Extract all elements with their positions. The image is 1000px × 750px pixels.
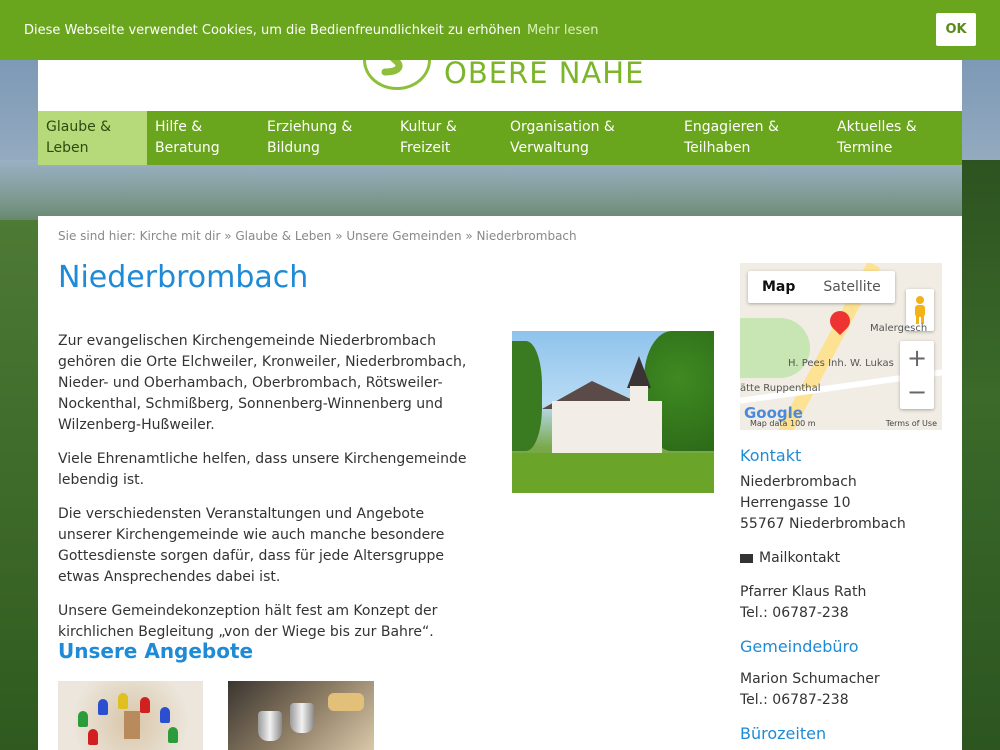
google-map[interactable]: Map Satellite Malergesch H. Pees Inh. W.… [740,263,942,430]
nav-item-kultur-freizeit[interactable]: Kultur & Freizeit [392,111,502,165]
address-line: Herrengasse 10 [740,495,851,511]
map-label: ätte Ruppenthal [740,383,821,394]
background-ridge [0,160,1000,220]
main-content: Sie sind hier: Kirche mit dir » Glaube &… [38,216,962,750]
nav-label-line2: Termine [837,140,893,156]
map-type-tabs: Map Satellite [748,271,895,303]
nav-label-line1: Organisation & [510,119,615,135]
page-title: Niederbrombach [58,260,309,295]
nav-label-line2: Freizeit [400,140,451,156]
street-view-icon [915,296,925,324]
intro-text: Zur evangelischen Kirchengemeinde Nieder… [58,331,478,656]
nav-item-hilfe-beratung[interactable]: Hilfe & Beratung [147,111,259,165]
main-navigation: Glaube & Leben Hilfe & Beratung Erziehun… [38,111,962,165]
kontakt-address: Niederbrombach Herrengasse 10 55767 Nied… [740,472,940,535]
map-label: H. Pees Inh. W. Lukas [788,358,894,369]
map-tab-map[interactable]: Map [748,271,809,303]
section-title-angebote: Unsere Angebote [58,639,254,663]
paragraph: Unsere Gemeindekonzeption hält fest am K… [58,603,438,640]
nav-label-line1: Kultur & [400,119,457,135]
zoom-out-button[interactable]: − [900,375,934,409]
address-line: Niederbrombach [740,474,857,490]
nav-label-line1: Engagieren & [684,119,779,135]
nav-item-glaube-leben[interactable]: Glaube & Leben [38,111,147,165]
map-data-label: Map data 100 m [750,419,816,428]
paragraph: Viele Ehrenamtliche helfen, dass unsere … [58,451,467,488]
nav-label-line2: Leben [46,140,89,156]
zoom-in-button[interactable]: + [900,341,934,375]
cookie-message: Diese Webseite verwendet Cookies, um die… [24,22,521,38]
mail-label[interactable]: Mailkontakt [759,550,840,566]
address-line: 55767 Niederbrombach [740,516,906,532]
nav-label-line2: Teilhaben [684,140,751,156]
map-label: Malergesch [870,323,928,334]
nav-item-aktuelles-termine[interactable]: Aktuelles & Termine [829,111,962,165]
nav-item-engagieren-teilhaben[interactable]: Engagieren & Teilhaben [676,111,829,165]
background-forest-right [962,160,1000,750]
cookie-more-link[interactable]: Mehr lesen [527,23,599,38]
pfarrer-phone: Tel.: 06787-238 [740,605,849,621]
logo-text[interactable]: OBERE NAHE [444,56,644,90]
nav-label-line2: Beratung [155,140,220,156]
nav-label-line2: Bildung [267,140,320,156]
mail-link[interactable]: Mailkontakt [740,548,940,569]
cookie-ok-button[interactable]: OK [936,13,976,46]
nav-item-erziehung-bildung[interactable]: Erziehung & Bildung [259,111,392,165]
gemeindebuero-heading: Gemeindebüro [740,637,859,656]
buero-name: Marion Schumacher [740,671,880,687]
map-tab-satellite[interactable]: Satellite [809,271,894,303]
angebot-image-communion[interactable] [228,681,374,750]
envelope-icon [740,553,753,563]
paragraph: Die verschiedensten Veranstaltungen und … [58,506,445,585]
nav-label-line2: Verwaltung [510,140,589,156]
map-zoom-control: + − [900,341,934,409]
pfarrer-info: Pfarrer Klaus Rath Tel.: 06787-238 [740,582,940,624]
nav-label-line1: Aktuelles & [837,119,917,135]
nav-item-organisation-verwaltung[interactable]: Organisation & Verwaltung [502,111,676,165]
church-photo [512,331,714,493]
buero-info: Marion Schumacher Tel.: 06787-238 [740,669,940,711]
map-terms-link[interactable]: Terms of Use [886,419,937,428]
paragraph: Zur evangelischen Kirchengemeinde Nieder… [58,333,467,433]
pfarrer-name: Pfarrer Klaus Rath [740,584,867,600]
buero-phone: Tel.: 06787-238 [740,692,849,708]
nav-label-line1: Glaube & [46,119,112,135]
breadcrumb[interactable]: Sie sind hier: Kirche mit dir » Glaube &… [58,229,577,243]
nav-label-line1: Erziehung & [267,119,353,135]
angebot-image-figures[interactable] [58,681,203,750]
buerozeiten-heading: Bürozeiten [740,724,827,743]
kontakt-heading: Kontakt [740,446,802,465]
nav-label-line1: Hilfe & [155,119,203,135]
cookie-banner: Diese Webseite verwendet Cookies, um die… [0,0,1000,60]
